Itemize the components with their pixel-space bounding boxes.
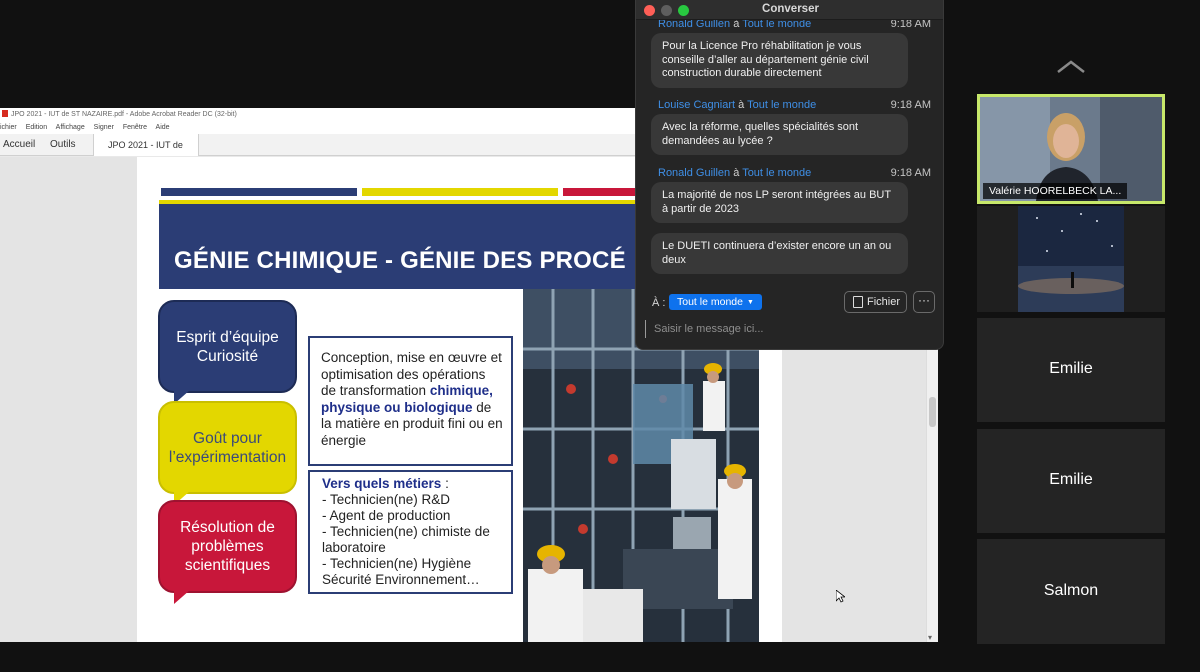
file-icon [853, 296, 863, 308]
sender-name[interactable]: Louise Cagniart [658, 99, 735, 111]
recipient-name[interactable]: Tout le monde [747, 99, 816, 111]
chat-composer: À : Tout le monde ▼ Fichier ··· [636, 285, 943, 349]
chevron-down-icon: ▼ [746, 299, 754, 306]
message-bubble: La majorité de nos LP seront intégrées a… [651, 182, 908, 223]
message-time: 9:18 AM [890, 99, 931, 111]
header-bar-navy [161, 188, 357, 196]
bubble-resolution-problemes: Résolution de problèmes scientifiques [158, 500, 297, 604]
participant-tile[interactable]: Emilie [977, 429, 1165, 533]
recipient-dropdown-label: Tout le monde [677, 296, 743, 308]
career-item: - Technicien(ne) R&D [322, 492, 451, 507]
careers-heading-colon: : [441, 476, 449, 491]
chat-titlebar: Converser [636, 0, 943, 20]
file-button[interactable]: Fichier [844, 291, 907, 313]
sender-prep: à [730, 20, 743, 30]
recipient-name[interactable]: Tout le monde [742, 167, 811, 179]
message-time: 9:18 AM [890, 20, 931, 30]
bubble-text: l’expérimentation [168, 448, 287, 466]
menu-fenetre[interactable]: Fenêtre [123, 124, 147, 131]
sender-name[interactable]: Ronald Guillen [658, 167, 730, 179]
participant-tile[interactable]: Emilie [977, 318, 1165, 422]
tab-outils[interactable]: Outils [50, 134, 76, 156]
header-bar-yellow [362, 188, 558, 196]
menu-signer[interactable]: Signer [94, 124, 114, 131]
chevron-up-icon[interactable] [1056, 58, 1086, 76]
sender-prep: à [735, 99, 748, 111]
participant-name: Emilie [1049, 471, 1093, 488]
bubble-text: Goût pour [193, 429, 262, 447]
message-bubble: Avec la réforme, quelles spécialités son… [651, 114, 908, 155]
message-sender: Louise Cagniart à Tout le monde [658, 99, 816, 111]
tab-accueil[interactable]: Accueil [3, 134, 35, 156]
scroll-down-arrow-icon[interactable]: ▾ [928, 633, 932, 642]
menu-edition[interactable]: Edition [26, 124, 47, 131]
bubble-text: Curiosité [196, 347, 259, 365]
bubble-text: problèmes [191, 538, 264, 555]
message-sender: Ronald Guillen à Tout le monde [658, 20, 811, 30]
screen: JPO 2021 - IUT de ST NAZAIRE.pdf - Adobe… [0, 0, 1200, 672]
participant-tile[interactable]: Salmon [977, 539, 1165, 644]
chat-window: Converser Ronald Guillen à Tout le monde… [635, 0, 944, 350]
sender-prep: à [730, 167, 743, 179]
message-bubble: Le DUETI continuera d’exister encore un … [651, 233, 908, 274]
more-options-button[interactable]: ··· [913, 291, 935, 313]
mouse-cursor-icon [836, 590, 845, 603]
file-button-label: Fichier [866, 296, 900, 308]
participant-name: Valérie HOORELBECK LA... [983, 183, 1128, 199]
slide-title: GÉNIE CHIMIQUE - GÉNIE DES PROCÉ [174, 247, 626, 274]
recipient-dropdown[interactable]: Tout le monde ▼ [669, 294, 762, 310]
sender-name[interactable]: Ronald Guillen [658, 20, 730, 30]
scrollbar-thumb[interactable] [929, 397, 936, 427]
pdf-icon [2, 110, 8, 117]
participant-video [977, 206, 1165, 312]
participant-tile-active-speaker[interactable]: Valérie HOORELBECK LA... [977, 94, 1165, 204]
bubble-text: Résolution de [180, 519, 275, 536]
message-sender: Ronald Guillen à Tout le monde [658, 167, 811, 179]
career-item: - Technicien(ne) Hygiène Sécurité Enviro… [322, 556, 480, 587]
recipient-name[interactable]: Tout le monde [742, 20, 811, 30]
participant-tile-background[interactable] [977, 206, 1165, 312]
careers-heading: Vers quels métiers [322, 476, 442, 491]
career-item: - Technicien(ne) chimiste de laboratoire [322, 524, 490, 555]
menu-aide[interactable]: Aide [156, 124, 170, 131]
message-input[interactable] [645, 320, 915, 338]
acrobat-window-title: JPO 2021 - IUT de ST NAZAIRE.pdf - Adobe… [11, 111, 237, 118]
chat-title: Converser [762, 3, 819, 15]
bubble-esprit-equipe: Esprit d’équipe Curiosité [158, 300, 297, 404]
description-box: Conception, mise en œuvre et optimisatio… [308, 336, 513, 466]
tab-document[interactable]: JPO 2021 - IUT de ...✕ [93, 134, 199, 172]
bubble-text: Esprit d’équipe [176, 328, 279, 346]
participant-name: Emilie [1049, 360, 1093, 377]
chat-messages[interactable]: Ronald Guillen à Tout le monde 9:18 AM P… [636, 20, 943, 285]
menu-fichier[interactable]: ichier [0, 124, 17, 131]
recipient-label: À : [652, 297, 666, 309]
message-bubble: Pour la Licence Pro réhabilitation je vo… [651, 33, 908, 88]
more-icon: ··· [918, 293, 930, 307]
career-item: - Agent de production [322, 508, 451, 523]
careers-box: Vers quels métiers : - Technicien(ne) R&… [308, 470, 513, 594]
bubble-gout-experimentation: Goût pour l’expérimentation [158, 401, 297, 505]
bubble-tail [174, 590, 190, 604]
menu-affichage[interactable]: Affichage [56, 124, 85, 131]
bubble-text: scientifiques [184, 557, 271, 574]
participant-name: Salmon [1043, 582, 1099, 599]
message-time: 9:18 AM [890, 167, 931, 179]
